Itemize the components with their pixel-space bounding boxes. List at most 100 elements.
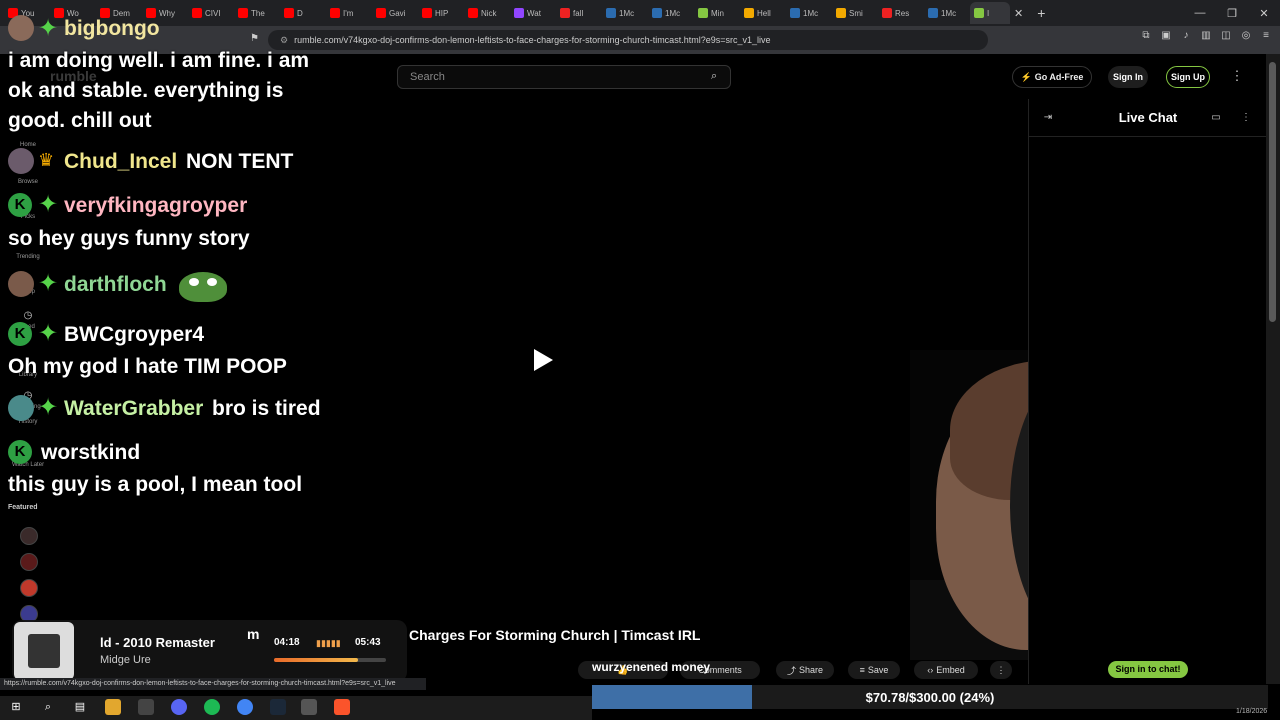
spotify-icon[interactable] bbox=[204, 699, 220, 715]
tab-label: Smi bbox=[849, 8, 863, 18]
sparkle-badge-icon: ✦ bbox=[37, 394, 59, 421]
search-icon[interactable]: ⌕ bbox=[711, 70, 725, 84]
tab-favicon-icon bbox=[468, 8, 478, 18]
tab-favicon-icon bbox=[744, 8, 754, 18]
browser-tab[interactable]: Gavi bbox=[372, 2, 418, 24]
more-icon: ⋮ bbox=[996, 664, 1006, 675]
tab-favicon-icon bbox=[882, 8, 892, 18]
collapse-chat-icon[interactable]: ⇥ bbox=[1042, 112, 1054, 124]
browser-tab[interactable]: fall bbox=[556, 2, 602, 24]
embed-label: Embed bbox=[936, 665, 965, 675]
browser-tab[interactable]: I'm bbox=[326, 2, 372, 24]
search-icon[interactable]: ⌕ bbox=[40, 699, 56, 715]
windows-start-icon[interactable]: ⊞ bbox=[8, 699, 24, 715]
rumble-badge-icon: K bbox=[8, 322, 32, 346]
browser-tab[interactable]: 1Mc bbox=[602, 2, 648, 24]
browser-tab[interactable]: CIVI bbox=[188, 2, 234, 24]
featured-channel-avatar[interactable] bbox=[20, 527, 38, 545]
embed-button[interactable]: ‹› Embed bbox=[914, 661, 978, 679]
close-icon[interactable]: ✕ bbox=[1248, 0, 1280, 26]
app-icon[interactable] bbox=[138, 699, 154, 715]
minimize-icon[interactable]: — bbox=[1184, 0, 1216, 26]
sparkle-badge-icon: ✦ bbox=[37, 191, 59, 218]
stream-overlay-text: wurzyenened money bbox=[592, 660, 711, 674]
restore-icon[interactable]: ❐ bbox=[1216, 0, 1248, 26]
go-ad-free-button[interactable]: ⚡ Go Ad-Free bbox=[1012, 66, 1092, 88]
avatar bbox=[8, 395, 34, 421]
browser-tab[interactable]: I bbox=[970, 2, 1010, 24]
featured-channel-avatar[interactable] bbox=[20, 553, 38, 571]
rumble-badge-icon: K bbox=[8, 193, 32, 217]
share-label: Share bbox=[798, 665, 824, 675]
extensions-icon[interactable]: ⧉ bbox=[1140, 30, 1152, 42]
featured-channel-avatar[interactable] bbox=[20, 579, 38, 597]
browser-tab[interactable]: Res bbox=[878, 2, 924, 24]
task-view-icon[interactable]: ▤ bbox=[72, 699, 88, 715]
browser-tab[interactable]: 1Mc bbox=[648, 2, 694, 24]
steam-icon[interactable] bbox=[270, 699, 286, 715]
save-button[interactable]: ≡ Save bbox=[848, 661, 900, 679]
media-icon[interactable]: ♪ bbox=[1180, 30, 1192, 42]
scrollbar-thumb[interactable] bbox=[1269, 62, 1276, 322]
popout-chat-icon[interactable]: ▭ bbox=[1210, 112, 1222, 124]
vpn-icon[interactable]: ◎ bbox=[1240, 30, 1252, 42]
browser-tab[interactable]: 1Mc bbox=[924, 2, 970, 24]
chat-username: BWCgroyper4 bbox=[64, 323, 205, 346]
tab-label: I bbox=[987, 8, 990, 18]
chat-options-icon[interactable]: ⋮ bbox=[1240, 112, 1252, 124]
chat-username: darthfloch bbox=[64, 273, 167, 296]
chrome-icon[interactable] bbox=[237, 699, 253, 715]
album-art-figure bbox=[28, 634, 60, 668]
screenshot-icon[interactable]: ▣ bbox=[1160, 30, 1172, 42]
discord-icon[interactable] bbox=[171, 699, 187, 715]
tab-favicon-icon bbox=[836, 8, 846, 18]
tab-favicon-icon bbox=[560, 8, 570, 18]
chat-message-line: i am doing well. i am fine. i am bbox=[8, 49, 310, 72]
sign-up-button[interactable]: Sign Up bbox=[1166, 66, 1210, 88]
play-icon[interactable] bbox=[534, 349, 553, 371]
browser-tab[interactable]: Min bbox=[694, 2, 740, 24]
browser-tab[interactable]: Smi bbox=[832, 2, 878, 24]
tab-favicon-icon bbox=[514, 8, 524, 18]
tab-label: HIP bbox=[435, 8, 449, 18]
taskbar-clock: 1/18/2026 bbox=[1236, 708, 1268, 715]
more-options-icon[interactable]: ⋮ bbox=[1230, 68, 1244, 86]
sparkle-badge-icon: ✦ bbox=[37, 320, 59, 347]
clock-icon: ◷ bbox=[23, 310, 33, 321]
menu-icon[interactable]: ≡ bbox=[1260, 30, 1272, 42]
browser-tab[interactable]: The bbox=[234, 2, 280, 24]
browser-tab[interactable]: Hell bbox=[740, 2, 786, 24]
equalizer-icon: ▮▮▮▮▮ bbox=[316, 638, 341, 648]
browser-tab[interactable]: D bbox=[280, 2, 326, 24]
file-explorer-icon[interactable] bbox=[105, 699, 121, 715]
sign-in-button[interactable]: Sign In bbox=[1108, 66, 1148, 88]
app-icon[interactable] bbox=[301, 699, 317, 715]
tab-label: 1Mc bbox=[803, 8, 819, 18]
more-actions-button[interactable]: ⋮ bbox=[990, 661, 1012, 679]
browser-tab[interactable]: Nick bbox=[464, 2, 510, 24]
url-field[interactable]: ⚙ rumble.com/v74kgxo-doj-confirms-don-le… bbox=[268, 30, 988, 50]
tab-close-icon[interactable]: ✕ bbox=[1010, 7, 1027, 20]
link-status-url: https://rumble.com/v74kgxo-doj-confirms-… bbox=[0, 678, 426, 690]
rumble-badge-icon: K bbox=[8, 440, 32, 464]
browser-tab[interactable]: 1Mc bbox=[786, 2, 832, 24]
share-icon: ⤴ bbox=[786, 665, 796, 676]
new-tab-icon[interactable]: + bbox=[1027, 5, 1055, 21]
bookmark-icon[interactable]: ⚑ bbox=[250, 33, 259, 44]
sidepanel-icon[interactable]: ▥ bbox=[1200, 30, 1212, 42]
sparkle-badge-icon: ✦ bbox=[37, 15, 59, 42]
video-title: Charges For Storming Church | Timcast IR… bbox=[409, 627, 701, 643]
sign-in-to-chat-button[interactable]: Sign in to chat! bbox=[1108, 661, 1188, 678]
chat-message-line: good. chill out bbox=[8, 109, 152, 132]
wallet-icon[interactable]: ◫ bbox=[1220, 30, 1232, 42]
avatar bbox=[8, 15, 34, 41]
site-info-icon[interactable]: ⚙ bbox=[280, 35, 288, 46]
tab-label: Gavi bbox=[389, 8, 406, 18]
tab-favicon-icon bbox=[192, 8, 202, 18]
brave-icon[interactable] bbox=[334, 699, 350, 715]
browser-tab[interactable]: HIP bbox=[418, 2, 464, 24]
browser-tab[interactable]: Wat bbox=[510, 2, 556, 24]
search-input[interactable]: Search bbox=[397, 65, 731, 89]
chat-message-text: so hey guys funny story bbox=[8, 227, 250, 250]
share-button[interactable]: ⤴ Share bbox=[776, 661, 834, 679]
